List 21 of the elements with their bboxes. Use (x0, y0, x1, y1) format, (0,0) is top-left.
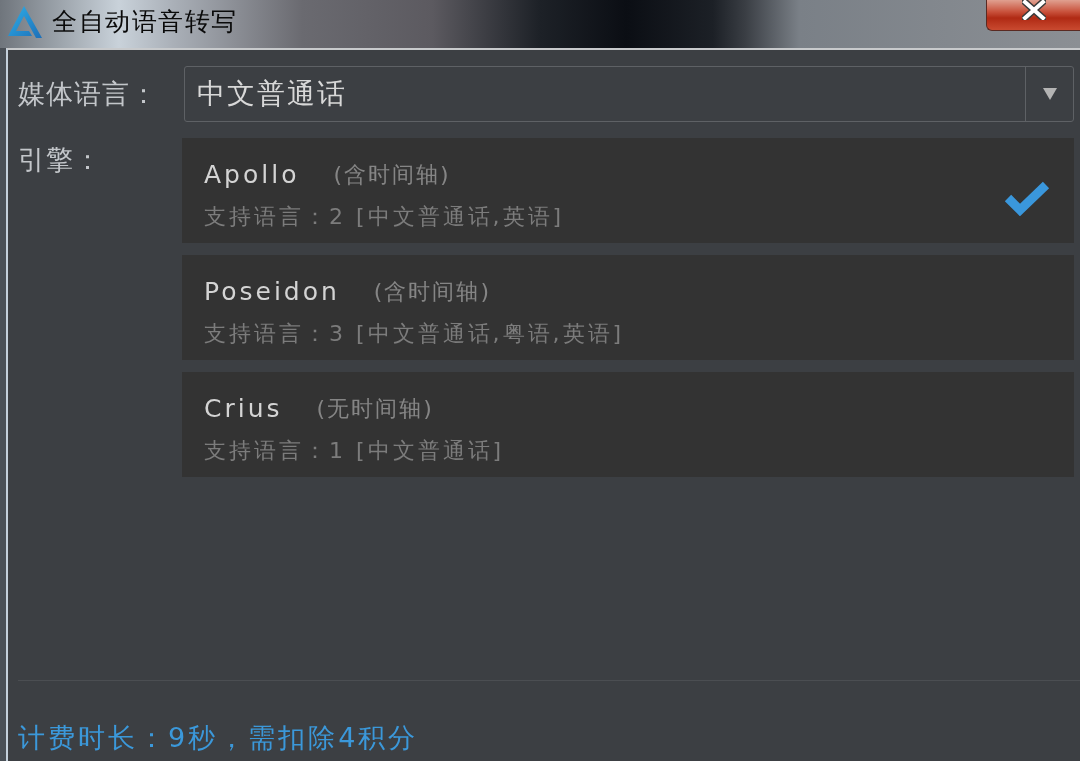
media-language-dropdown[interactable]: 中文普通话 (184, 66, 1074, 122)
window-title: 全自动语音转写 (52, 7, 238, 37)
logo-icon (5, 5, 43, 39)
billing-status-text: 计费时长：9秒，需扣除4积分 (18, 721, 419, 755)
engine-languages: 支持语言：3 [中文普通话,粤语,英语] (204, 320, 625, 348)
engine-name: Crius (204, 394, 283, 424)
engine-option[interactable]: Poseidon (含时间轴) 支持语言：3 [中文普通话,粤语,英语] (182, 255, 1074, 360)
engine-languages: 支持语言：1 [中文普通话] (204, 437, 505, 465)
engine-name: Poseidon (204, 277, 340, 307)
engine-timeline-note: (无时间轴) (316, 395, 434, 423)
engine-languages: 支持语言：2 [中文普通话,英语] (204, 203, 565, 231)
engine-timeline-note: (含时间轴) (333, 161, 451, 189)
engine-option[interactable]: Apollo (含时间轴) 支持语言：2 [中文普通话,英语] (182, 138, 1074, 243)
engine-label: 引擎： (18, 144, 103, 176)
engine-timeline-note: (含时间轴) (373, 278, 491, 306)
engine-name: Apollo (204, 160, 300, 190)
media-language-label: 媒体语言： (18, 78, 159, 110)
engine-option[interactable]: Crius (无时间轴) 支持语言：1 [中文普通话] (182, 372, 1074, 477)
close-icon (1021, 0, 1046, 20)
close-button[interactable] (986, 0, 1080, 31)
caret-icon (1042, 87, 1057, 101)
